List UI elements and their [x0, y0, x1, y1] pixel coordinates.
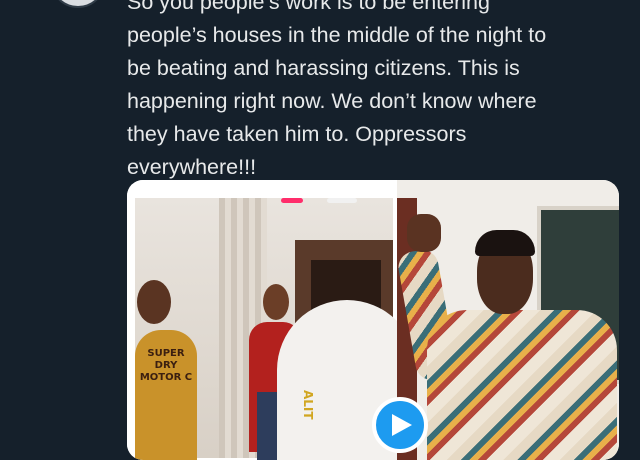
tweet-line: people’s houses in the middle of the nig… — [127, 23, 547, 47]
person-head — [263, 284, 289, 320]
video-indicator — [281, 198, 303, 203]
video-frame-left: SUPER DRY MOTOR C ALIT — [127, 180, 417, 460]
patterned-sweater — [427, 310, 617, 460]
person-head — [137, 280, 171, 324]
jacket-print: ALIT — [301, 390, 315, 420]
raised-fist — [407, 214, 441, 252]
shirt-print: SUPER DRY MOTOR C — [139, 348, 193, 383]
video-indicator-2 — [327, 198, 357, 203]
tweet-text: So you people’s work is to be entering p… — [127, 0, 623, 184]
tweet-line: So you people’s work is to be entering — [127, 0, 490, 14]
play-button[interactable] — [372, 397, 428, 453]
man-hair — [475, 230, 535, 256]
tweet-line: happening right now. We don’t know where — [127, 89, 537, 113]
tweet-line: be beating and harassing citizens. This … — [127, 56, 520, 80]
tweet-line: they have taken him to. Oppressors — [127, 122, 467, 146]
photo-right — [396, 180, 619, 460]
play-icon — [392, 414, 412, 436]
avatar[interactable] — [50, 0, 106, 8]
